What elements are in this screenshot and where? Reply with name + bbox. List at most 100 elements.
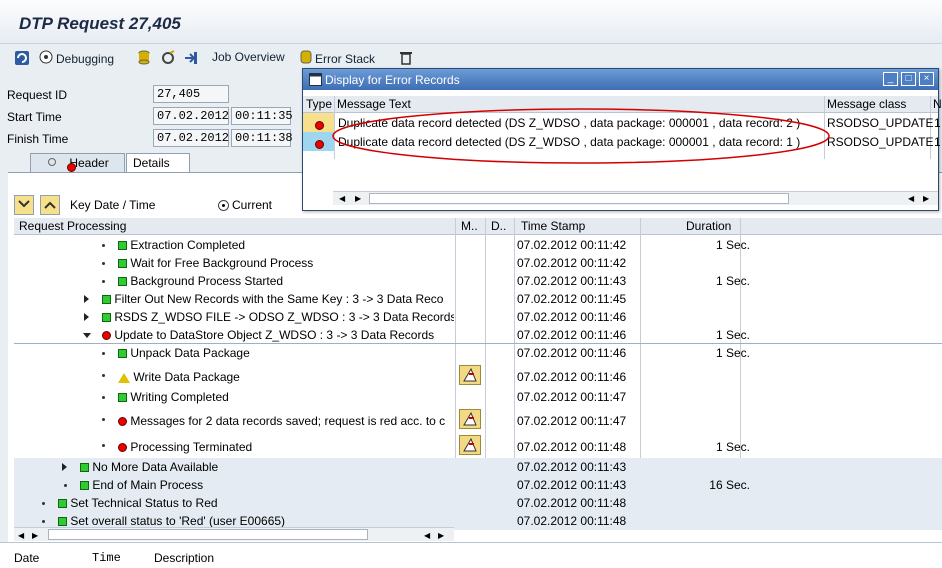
close-button[interactable]: × xyxy=(919,72,934,86)
timestamp: 07.02.2012 00:11:46 xyxy=(517,370,627,384)
tree-h-scrollbar[interactable]: ◀ ▶ ◀ ▶ xyxy=(14,527,454,541)
timestamp: 07.02.2012 00:11:43 xyxy=(517,274,627,288)
dialog-h-scrollbar[interactable]: ◀ ▶ ◀ ▶ xyxy=(333,191,938,205)
scroll-right-icon[interactable]: ▶ xyxy=(438,531,444,540)
finish-time-field[interactable]: 00:11:38 xyxy=(231,129,293,147)
col-time[interactable]: Time xyxy=(92,551,121,565)
key-date-label: Key Date / Time xyxy=(70,198,156,212)
expand-arrow-icon[interactable] xyxy=(84,313,89,321)
scroll-thumb[interactable] xyxy=(369,193,789,204)
expand-all-button[interactable] xyxy=(14,195,34,215)
table-row[interactable]: Writing Completed 07.02.2012 00:11:47 xyxy=(14,388,942,406)
scroll-right-icon[interactable]: ▶ xyxy=(355,194,361,203)
details-button[interactable] xyxy=(459,435,481,455)
dialog-titlebar[interactable]: Display for Error Records _ □ × xyxy=(303,69,938,90)
tab-header[interactable]: Header xyxy=(30,153,125,173)
scroll-right-icon[interactable]: ▶ xyxy=(32,531,38,540)
col-m[interactable]: M.. xyxy=(461,219,478,234)
col-d[interactable]: D.. xyxy=(491,219,506,234)
request-id-field[interactable]: 27,405 xyxy=(153,85,229,103)
collapse-arrow-icon[interactable] xyxy=(83,333,91,338)
step-label: Background Process Started xyxy=(130,274,284,288)
table-row[interactable]: Messages for 2 data records saved; reque… xyxy=(14,409,942,432)
table-row[interactable]: Write Data Package 07.02.2012 00:11:46 xyxy=(14,365,942,388)
expand-arrow-icon[interactable] xyxy=(62,463,67,471)
timestamp: 07.02.2012 00:11:48 xyxy=(517,440,627,454)
finish-date-field[interactable]: 07.02.2012 xyxy=(153,129,229,147)
table-row[interactable]: Update to DataStore Object Z_WDSO : 3 ->… xyxy=(14,326,942,344)
col-duration[interactable]: Duration xyxy=(686,219,731,234)
message-class: RSODSO_UPDATE xyxy=(827,116,934,130)
green-status-icon xyxy=(80,481,89,491)
error-stack-label: Error Stack xyxy=(315,51,376,66)
scroll-left-icon[interactable]: ◀ xyxy=(424,531,430,540)
step-label: Processing Terminated xyxy=(130,440,253,454)
details-button[interactable] xyxy=(459,365,481,385)
duration: 16 Sec. xyxy=(709,478,750,492)
details-icon xyxy=(463,367,477,382)
green-status-icon xyxy=(102,295,111,305)
start-date-field[interactable]: 07.02.2012 xyxy=(153,107,229,125)
scroll-thumb[interactable] xyxy=(48,529,368,540)
step-label: Extraction Completed xyxy=(130,238,246,252)
radio-icon xyxy=(218,199,229,211)
scroll-left-icon[interactable]: ◀ xyxy=(339,194,345,203)
col-description[interactable]: Description xyxy=(154,551,214,565)
scroll-left-icon[interactable]: ◀ xyxy=(908,194,914,203)
expand-arrow-icon[interactable] xyxy=(84,295,89,303)
table-row[interactable]: No More Data Available 07.02.2012 00:11:4… xyxy=(14,458,942,476)
message-class: RSODSO_UPDATE xyxy=(827,135,934,149)
trash-icon[interactable] xyxy=(399,50,413,69)
debugging-label: Debugging xyxy=(56,51,115,66)
table-row[interactable]: Filter Out New Records with the Same Key… xyxy=(14,290,942,308)
table-row[interactable]: Extraction Completed 07.02.2012 00:11:42 1… xyxy=(14,236,942,254)
minimize-button[interactable]: _ xyxy=(883,72,898,86)
col-message-class[interactable]: Message class xyxy=(827,97,906,112)
duration: 1 Sec. xyxy=(715,328,750,342)
step-label: Set overall status to 'Red' (user E00665… xyxy=(70,514,286,528)
tab-details-label: Details xyxy=(133,156,170,170)
timestamp: 07.02.2012 00:11:48 xyxy=(517,496,627,510)
table-row[interactable]: RSDS Z_WDSO FILE -> ODSO Z_WDSO : 3 -> 3… xyxy=(14,308,942,326)
col-n[interactable]: N xyxy=(933,97,942,112)
step-label: Unpack Data Package xyxy=(130,346,250,360)
log-table: Date Time Description xyxy=(0,542,942,568)
table-row[interactable]: Set Technical Status to Red 07.02.2012 00… xyxy=(14,494,942,512)
timestamp: 07.02.2012 00:11:46 xyxy=(517,346,627,360)
table-row[interactable]: Wait for Free Background Process 07.02.20… xyxy=(14,254,942,272)
refresh-icon[interactable] xyxy=(14,50,30,69)
col-time-stamp[interactable]: Time Stamp xyxy=(521,219,585,234)
start-time-label: Start Time xyxy=(7,110,62,124)
current-radio[interactable]: Current xyxy=(218,198,272,212)
start-time-field[interactable]: 00:11:35 xyxy=(231,107,293,125)
settings-icon[interactable] xyxy=(160,50,176,69)
tree-bullet xyxy=(102,374,105,377)
table-row[interactable]: End of Main Process 07.02.2012 00:11:43 16… xyxy=(14,476,942,494)
col-request-processing[interactable]: Request Processing xyxy=(19,219,126,234)
job-overview-button[interactable]: Job Overview xyxy=(212,50,285,64)
tree-bullet xyxy=(102,352,105,355)
details-button[interactable] xyxy=(459,409,481,429)
scroll-right-icon[interactable]: ▶ xyxy=(923,194,929,203)
page-title: DTP Request 27,405 xyxy=(19,14,181,33)
message-number: 1 xyxy=(934,116,941,130)
export-icon[interactable] xyxy=(183,50,199,69)
debugging-button[interactable]: Debugging xyxy=(39,50,114,67)
table-row[interactable]: Unpack Data Package 07.02.2012 00:11:46 1 … xyxy=(14,344,942,362)
maximize-button[interactable]: □ xyxy=(901,72,916,86)
tree-bullet xyxy=(102,244,105,247)
database-icon[interactable] xyxy=(137,50,151,69)
green-status-icon xyxy=(102,313,111,323)
col-date[interactable]: Date xyxy=(14,551,39,565)
tab-details[interactable]: Details xyxy=(126,153,190,172)
collapse-all-button[interactable] xyxy=(40,195,60,215)
table-row[interactable]: Background Process Started 07.02.2012 00:… xyxy=(14,272,942,290)
current-radio-label: Current xyxy=(232,198,273,212)
timestamp: 07.02.2012 00:11:42 xyxy=(517,256,627,270)
tree-bullet xyxy=(42,502,45,505)
table-row[interactable]: Processing Terminated 07.02.2012 00:11:48… xyxy=(14,435,942,458)
circle-icon xyxy=(48,158,56,166)
error-stack-button[interactable]: Error Stack xyxy=(300,50,375,67)
highlight-ellipse xyxy=(332,108,830,164)
scroll-left-icon[interactable]: ◀ xyxy=(18,531,24,540)
